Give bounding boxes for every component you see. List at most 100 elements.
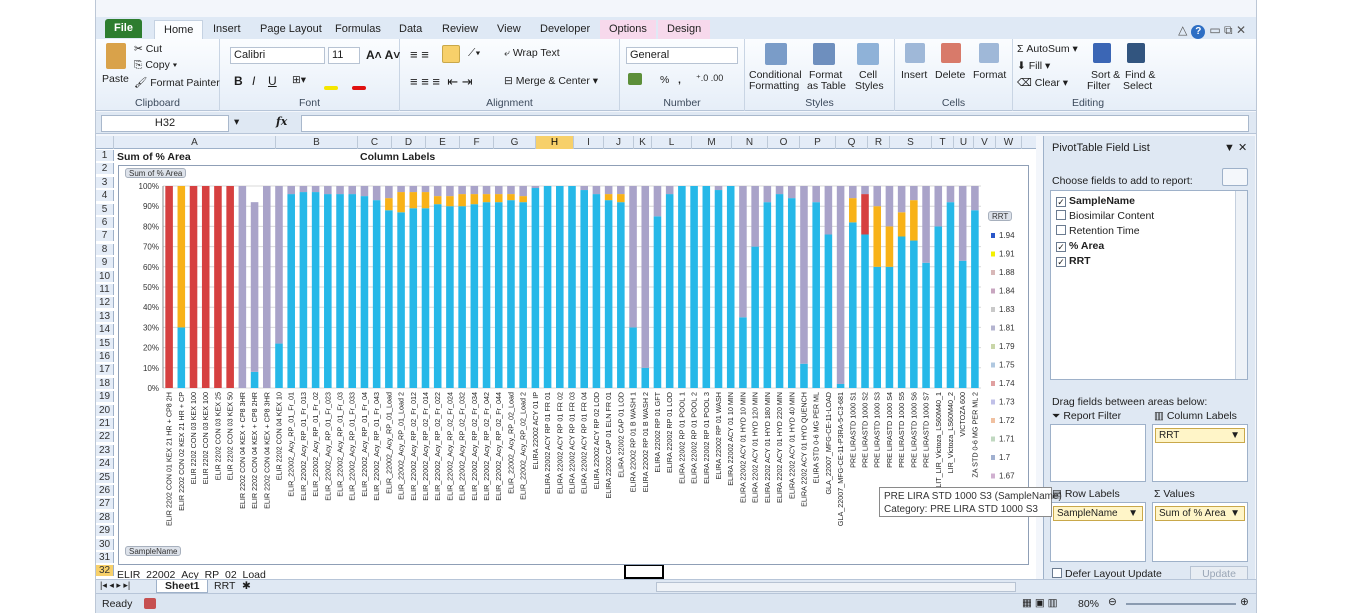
- delete-cells-icon[interactable]: [941, 43, 961, 63]
- field-samplename[interactable]: ✓ SampleName: [1056, 195, 1135, 207]
- fx-icon[interactable]: fx: [276, 115, 287, 128]
- row-header-16[interactable]: 16: [96, 351, 114, 362]
- tab-design[interactable]: Design: [658, 20, 711, 39]
- column-header-p[interactable]: P: [800, 136, 836, 149]
- tab-formulas[interactable]: Formulas: [326, 20, 390, 39]
- autosum-button[interactable]: Σ AutoSum ▾: [1017, 43, 1078, 55]
- row-field-samplename[interactable]: SampleName ▼: [1053, 506, 1143, 521]
- row-header-15[interactable]: 15: [96, 337, 114, 349]
- fill-color-icon[interactable]: [324, 86, 338, 90]
- row-header-1[interactable]: 1: [96, 150, 114, 161]
- underline-button[interactable]: U: [268, 74, 277, 88]
- select-all-corner[interactable]: [96, 136, 114, 149]
- delete-button[interactable]: Delete: [935, 69, 965, 81]
- align-left-icon[interactable]: ≡ ≡ ≡ ⇤ ⇥: [410, 74, 473, 90]
- row-header-9[interactable]: 9: [96, 257, 114, 269]
- row-header-28[interactable]: 28: [96, 511, 114, 523]
- conditional-formatting-icon[interactable]: [765, 43, 787, 65]
- sort-filter-label-2[interactable]: Filter: [1087, 80, 1110, 92]
- row-header-22[interactable]: 22: [96, 431, 114, 443]
- column-header-v[interactable]: V: [974, 136, 996, 149]
- tab-home[interactable]: Home: [154, 20, 204, 39]
- tab-file[interactable]: File: [105, 19, 142, 38]
- column-header-w[interactable]: W: [996, 136, 1022, 149]
- cell-a1[interactable]: Sum of % Area: [117, 151, 191, 163]
- row-header-3[interactable]: 3: [96, 176, 114, 188]
- cell-a32[interactable]: ELIR_22002_Acy_RP_02_Load: [117, 569, 266, 579]
- minimize-icon[interactable]: ▭: [1209, 23, 1220, 37]
- column-header-u[interactable]: U: [954, 136, 974, 149]
- tab-sheet1[interactable]: Sheet1: [156, 580, 209, 593]
- orientation-icon[interactable]: ⟋▾: [468, 47, 480, 60]
- row-header-27[interactable]: 27: [96, 498, 114, 510]
- paste-button[interactable]: Paste: [102, 73, 129, 85]
- column-header-i[interactable]: I: [574, 136, 604, 149]
- field-retention-time[interactable]: Retention Time: [1056, 225, 1140, 237]
- column-header-d[interactable]: D: [392, 136, 426, 149]
- layout-icon[interactable]: [1222, 168, 1248, 186]
- column-header-t[interactable]: T: [932, 136, 954, 149]
- new-sheet-icon[interactable]: ✱: [242, 580, 251, 592]
- checkbox-icon[interactable]: ✓: [1056, 197, 1066, 207]
- row-header-2[interactable]: 2: [96, 163, 114, 175]
- field-area[interactable]: ✓% Area: [1056, 240, 1104, 252]
- borders-icon[interactable]: ⊞▾: [292, 74, 306, 86]
- sheet-nav-icon[interactable]: |◂ ◂ ▸ ▸|: [100, 580, 130, 591]
- row-header-23[interactable]: 23: [96, 444, 114, 456]
- column-header-s[interactable]: S: [890, 136, 932, 149]
- tab-rrt[interactable]: RRT: [208, 580, 241, 592]
- row-header-32[interactable]: 32: [96, 565, 114, 577]
- paste-icon[interactable]: [106, 43, 126, 69]
- row-header-24[interactable]: 24: [96, 458, 114, 470]
- values-field-area[interactable]: Sum of % Area ▼: [1155, 506, 1245, 521]
- row-labels-area[interactable]: SampleName ▼: [1050, 502, 1146, 562]
- percent-button[interactable]: %: [660, 74, 669, 86]
- bold-button[interactable]: B: [234, 74, 243, 88]
- row-header-18[interactable]: 18: [96, 377, 114, 389]
- close-icon[interactable]: ✕: [1236, 23, 1246, 37]
- row-header-26[interactable]: 26: [96, 485, 114, 496]
- column-header-f[interactable]: F: [460, 136, 494, 149]
- row-header-4[interactable]: 4: [96, 190, 114, 202]
- restore-icon[interactable]: ⧉: [1224, 23, 1233, 37]
- tab-data[interactable]: Data: [390, 20, 431, 39]
- font-name-box[interactable]: Calibri: [230, 47, 325, 64]
- zoom-level[interactable]: 80%: [1078, 598, 1099, 610]
- minimize-ribbon-icon[interactable]: △: [1178, 23, 1187, 37]
- row-header-21[interactable]: 21: [96, 418, 114, 429]
- find-select-icon[interactable]: [1127, 43, 1145, 63]
- column-labels-area[interactable]: RRT ▼: [1152, 424, 1248, 482]
- tab-review[interactable]: Review: [433, 20, 487, 39]
- clear-button[interactable]: ⌫ Clear ▾: [1017, 77, 1068, 89]
- tab-options[interactable]: Options: [600, 20, 656, 39]
- horizontal-scrollbar[interactable]: [656, 582, 1016, 592]
- tab-page-layout[interactable]: Page Layout: [251, 20, 331, 39]
- grow-font-icon[interactable]: A˄ A˅: [366, 48, 400, 62]
- currency-icon[interactable]: [628, 73, 642, 85]
- column-header-n[interactable]: N: [732, 136, 768, 149]
- row-header-10[interactable]: 10: [96, 270, 114, 282]
- row-header-20[interactable]: 20: [96, 404, 114, 416]
- format-table-icon[interactable]: [813, 43, 835, 65]
- tab-insert[interactable]: Insert: [204, 20, 250, 39]
- wrap-text-button[interactable]: ⤶ Wrap Text: [504, 47, 560, 60]
- row-header-12[interactable]: 12: [96, 297, 114, 309]
- copy-button[interactable]: ⎘ Copy ▾: [134, 59, 177, 72]
- tab-developer[interactable]: Developer: [531, 20, 599, 39]
- row-header-13[interactable]: 13: [96, 310, 114, 322]
- font-size-box[interactable]: 11: [328, 47, 360, 64]
- checkbox-icon[interactable]: [1056, 210, 1066, 220]
- align-top-icon[interactable]: ≡ ≡: [410, 47, 429, 62]
- tab-view[interactable]: View: [488, 20, 530, 39]
- comma-button[interactable]: ,: [678, 74, 681, 86]
- row-header-11[interactable]: 11: [96, 284, 114, 295]
- merge-center-button[interactable]: ⊟ Merge & Center ▾: [504, 75, 598, 87]
- name-box[interactable]: H32: [101, 115, 229, 132]
- sort-filter-icon[interactable]: [1093, 43, 1111, 63]
- report-filter-area[interactable]: [1050, 424, 1146, 482]
- column-header-j[interactable]: J: [604, 136, 634, 149]
- row-header-19[interactable]: 19: [96, 391, 114, 403]
- column-header-r[interactable]: R: [868, 136, 890, 149]
- zoom-slider[interactable]: [1126, 603, 1236, 605]
- row-header-5[interactable]: 5: [96, 203, 114, 215]
